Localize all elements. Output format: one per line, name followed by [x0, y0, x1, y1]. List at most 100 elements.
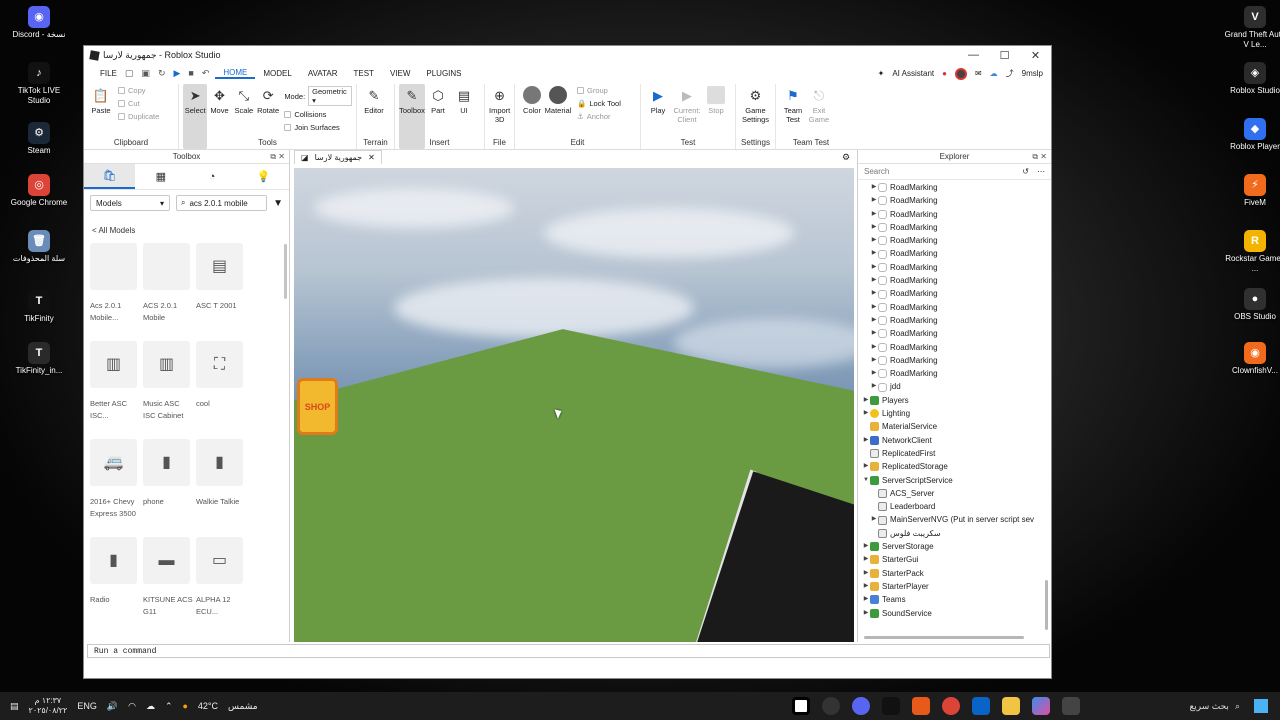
- desktop-icon[interactable]: ◆ Roblox Player: [1224, 118, 1280, 152]
- chevron-right-icon[interactable]: ▶: [870, 234, 878, 247]
- explorer-row[interactable]: ▶ RoadMarking: [858, 341, 1051, 354]
- explorer-row[interactable]: ▶ NetworkClient: [858, 434, 1051, 447]
- explorer-row[interactable]: ▼ ServerScriptService: [858, 474, 1051, 487]
- toolbox-item[interactable]: ▬ KITSUNE ACS G11: [143, 537, 193, 631]
- outlook-taskbar-icon[interactable]: [972, 697, 990, 715]
- chevron-right-icon[interactable]: ▶: [870, 194, 878, 207]
- explorer-row[interactable]: ▶ RoadMarking: [858, 181, 1051, 194]
- mode-select[interactable]: Geometric ▾: [308, 86, 352, 106]
- anchor-button[interactable]: ⚓ Anchor: [577, 112, 621, 121]
- chevron-right-icon[interactable]: ▶: [862, 607, 870, 620]
- explorer-row[interactable]: ▶ StarterPack: [858, 567, 1051, 580]
- tray-expand-icon[interactable]: ⌃: [165, 701, 173, 712]
- explorer-row[interactable]: ▶ RoadMarking: [858, 327, 1051, 340]
- chevron-right-icon[interactable]: ▶: [870, 513, 878, 526]
- chevron-right-icon[interactable]: ▶: [862, 407, 870, 420]
- explorer-row[interactable]: ▶ jdd: [858, 380, 1051, 393]
- menu-test[interactable]: TEST: [345, 69, 381, 78]
- explorer-row[interactable]: ▶ ServerStorage: [858, 540, 1051, 553]
- panel-close-icon[interactable]: ⧉ ✕: [1032, 150, 1047, 164]
- copilot-taskbar-icon[interactable]: [1032, 697, 1050, 715]
- menu-file[interactable]: FILE: [92, 69, 125, 78]
- desktop-icon[interactable]: ◎ Google Chrome: [8, 174, 70, 208]
- explorer-row[interactable]: ▶ RoadMarking: [858, 314, 1051, 327]
- toolbox-item[interactable]: ⛶ cool: [196, 341, 246, 435]
- explorer-row[interactable]: ▶ RoadMarking: [858, 274, 1051, 287]
- toolbox-item[interactable]: ▥ Better ASC ISC...: [90, 341, 140, 435]
- desktop-icon[interactable]: ♪ TikTok LIVE Studio: [8, 62, 70, 106]
- command-input[interactable]: Run a command: [94, 647, 156, 656]
- explorer-row[interactable]: ▶ SoundService: [858, 607, 1051, 620]
- explorer-row[interactable]: سكريبت فلوس: [858, 527, 1051, 540]
- join-surfaces-toggle[interactable]: Join Surfaces: [284, 123, 352, 132]
- duplicate-button[interactable]: Duplicate: [118, 112, 159, 121]
- taskbar-search-label[interactable]: بحث سريع: [1189, 701, 1228, 712]
- toolbox-item[interactable]: ACS 2.0.1 Mobile: [143, 243, 193, 337]
- taskbar-search[interactable]: بحث سريع ⌕: [1110, 696, 1250, 716]
- menu-home[interactable]: HOME: [215, 68, 256, 79]
- new-file-icon[interactable]: ▢: [125, 68, 134, 79]
- share-icon[interactable]: ⤴: [1006, 68, 1014, 79]
- close-button[interactable]: ✕: [1020, 49, 1051, 62]
- explorer-row[interactable]: ▶ RoadMarking: [858, 208, 1051, 221]
- toolbox-item[interactable]: 🚐 2016+ Chevy Express 3500: [90, 439, 140, 533]
- chevron-right-icon[interactable]: ▶: [862, 394, 870, 407]
- file-explorer-taskbar-icon[interactable]: [1002, 697, 1020, 715]
- toolbox-search-input[interactable]: ⌕ acs 2.0.1 mobile: [176, 195, 268, 211]
- menu-plugins[interactable]: PLUGINS: [418, 69, 469, 78]
- chevron-right-icon[interactable]: ▶: [870, 287, 878, 300]
- explorer-row[interactable]: ▶ RoadMarking: [858, 234, 1051, 247]
- ai-assistant-button[interactable]: AI Assistant: [892, 69, 934, 78]
- notification-center-icon[interactable]: ▤: [10, 701, 19, 712]
- cut-button[interactable]: Cut: [118, 99, 159, 108]
- menu-view[interactable]: VIEW: [382, 69, 418, 78]
- chevron-right-icon[interactable]: ▶: [862, 460, 870, 473]
- clock-date[interactable]: ٢٠٢٥/٠٨/٢٢: [29, 706, 68, 716]
- desktop-icon[interactable]: T TikFinity: [8, 290, 70, 324]
- language-indicator[interactable]: ENG: [77, 701, 97, 711]
- explorer-row[interactable]: ▶ RoadMarking: [858, 221, 1051, 234]
- avatar[interactable]: [954, 67, 967, 80]
- toolbox-item[interactable]: ▮ Radio: [90, 537, 140, 631]
- viewport-settings-icon[interactable]: ⚙: [842, 152, 850, 163]
- explorer-row[interactable]: ▶ RoadMarking: [858, 367, 1051, 380]
- chevron-right-icon[interactable]: ▶: [870, 354, 878, 367]
- panel-close-icon[interactable]: ⧉ ✕: [270, 150, 285, 164]
- explorer-row[interactable]: ▶ RoadMarking: [858, 301, 1051, 314]
- chevron-right-icon[interactable]: ▶: [870, 261, 878, 274]
- volume-icon[interactable]: 🔊: [107, 701, 118, 712]
- command-bar[interactable]: Run a command: [87, 644, 1050, 658]
- explorer-row[interactable]: ▶ Lighting: [858, 407, 1051, 420]
- tab-place[interactable]: ◪ جمهورية لارسا ✕: [294, 150, 382, 164]
- explorer-row[interactable]: ▶ ReplicatedStorage: [858, 460, 1051, 473]
- chrome-taskbar-icon[interactable]: [942, 697, 960, 715]
- menu-model[interactable]: MODEL: [255, 69, 299, 78]
- start-button[interactable]: [1254, 699, 1268, 713]
- collisions-toggle[interactable]: Collisions: [284, 110, 352, 119]
- stop-icon[interactable]: ■: [188, 68, 193, 79]
- explorer-row[interactable]: MaterialService: [858, 420, 1051, 433]
- toolbox-item[interactable]: Acs 2.0.1 Mobile...: [90, 243, 140, 337]
- explorer-row[interactable]: ▶ RoadMarking: [858, 194, 1051, 207]
- desktop-icon[interactable]: ⚡ FiveM: [1224, 174, 1280, 208]
- explorer-row[interactable]: ▶ RoadMarking: [858, 247, 1051, 260]
- tab-inventory[interactable]: ▦: [135, 164, 186, 189]
- explorer-row[interactable]: ▶ MainServerNVG (Put in server script sev: [858, 513, 1051, 526]
- chevron-right-icon[interactable]: ▶: [870, 314, 878, 327]
- filter-icon[interactable]: ▼: [273, 198, 283, 209]
- roblox-studio-taskbar-icon[interactable]: [792, 697, 810, 715]
- menu-avatar[interactable]: AVATAR: [300, 69, 346, 78]
- chevron-right-icon[interactable]: ▶: [870, 208, 878, 221]
- obs-taskbar-icon[interactable]: [822, 697, 840, 715]
- shop-button[interactable]: SHOP: [297, 378, 338, 435]
- desktop-icon[interactable]: ◉ ClownfishV...: [1224, 342, 1280, 376]
- explorer-row[interactable]: ▶ StarterGui: [858, 553, 1051, 566]
- lock-tool-button[interactable]: 🔒 Lock Tool: [577, 99, 621, 108]
- open-icon[interactable]: ▣: [141, 68, 150, 79]
- explorer-horizontal-scrollbar[interactable]: [864, 636, 1024, 639]
- minimize-button[interactable]: —: [958, 49, 989, 62]
- chevron-right-icon[interactable]: ▶: [862, 540, 870, 553]
- desktop-icon[interactable]: ⚙ Steam: [8, 122, 70, 156]
- more-icon[interactable]: ⋯: [1037, 167, 1045, 176]
- explorer-row[interactable]: ▶ RoadMarking: [858, 261, 1051, 274]
